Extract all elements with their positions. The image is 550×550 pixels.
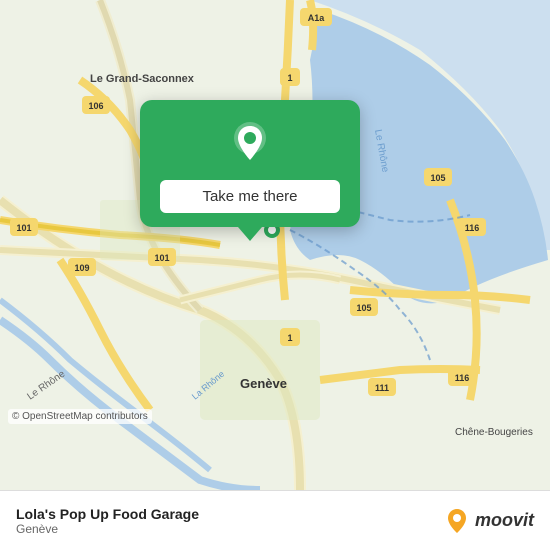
moovit-pin-icon xyxy=(443,507,471,535)
svg-text:109: 109 xyxy=(74,263,89,273)
footer-location-info: Lola's Pop Up Food Garage Genève xyxy=(16,506,199,536)
svg-text:Genève: Genève xyxy=(240,376,287,391)
moovit-brand-text: moovit xyxy=(475,510,534,531)
svg-text:Le Grand-Saconnex: Le Grand-Saconnex xyxy=(90,73,195,85)
place-name: Lola's Pop Up Food Garage xyxy=(16,506,199,522)
map-attribution: © OpenStreetMap contributors xyxy=(8,409,152,424)
svg-text:105: 105 xyxy=(356,303,371,313)
moovit-logo: moovit xyxy=(443,507,534,535)
svg-text:105: 105 xyxy=(430,173,445,183)
location-pin-icon xyxy=(225,118,275,168)
footer: Lola's Pop Up Food Garage Genève moovit xyxy=(0,490,550,550)
svg-text:A1a: A1a xyxy=(308,13,326,23)
svg-text:101: 101 xyxy=(16,223,31,233)
svg-text:116: 116 xyxy=(455,373,470,383)
location-icon-wrapper xyxy=(225,118,275,168)
svg-text:116: 116 xyxy=(465,223,480,233)
svg-text:1: 1 xyxy=(287,333,292,343)
map-container: Le Rhône xyxy=(0,0,550,490)
take-me-there-button[interactable]: Take me there xyxy=(160,180,340,213)
svg-text:101: 101 xyxy=(154,253,169,263)
svg-text:1: 1 xyxy=(287,73,292,83)
svg-text:111: 111 xyxy=(375,383,389,393)
place-city: Genève xyxy=(16,522,199,536)
popup-card: Take me there xyxy=(140,100,360,227)
svg-text:106: 106 xyxy=(88,101,103,111)
svg-text:Chêne-Bougeries: Chêne-Bougeries xyxy=(455,427,533,438)
